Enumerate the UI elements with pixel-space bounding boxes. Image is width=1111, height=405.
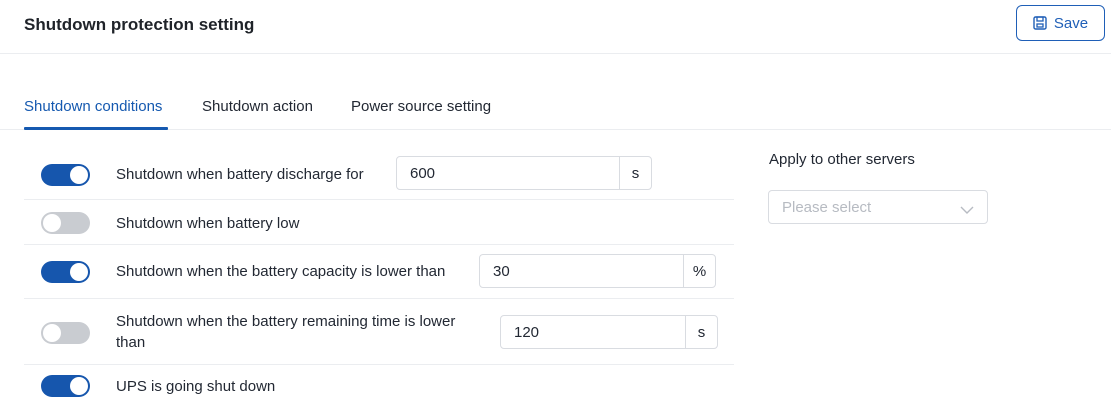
page-title: Shutdown protection setting xyxy=(24,15,255,34)
capacity-toggle[interactable] xyxy=(41,261,90,283)
remaining-time-seconds-input[interactable] xyxy=(501,316,685,348)
save-button-label: Save xyxy=(1053,14,1089,32)
save-button[interactable]: Save xyxy=(1016,5,1105,41)
remaining-time-label-line2: than xyxy=(116,334,146,351)
toggle-knob xyxy=(70,263,88,281)
save-icon xyxy=(1033,16,1047,30)
active-tab-indicator xyxy=(24,127,168,130)
tab-bar: Shutdown conditions Shutdown action Powe… xyxy=(0,86,1111,130)
ups-shutdown-label: UPS is going shut down xyxy=(116,378,276,395)
page-header: Shutdown protection setting Save xyxy=(0,0,1111,54)
battery-low-toggle[interactable] xyxy=(41,212,90,234)
discharge-label: Shutdown when battery discharge for xyxy=(116,166,364,183)
discharge-input-group: s xyxy=(396,156,652,190)
battery-low-label: Shutdown when battery low xyxy=(116,215,300,232)
condition-row-capacity: Shutdown when the battery capacity is lo… xyxy=(24,245,734,299)
capacity-input-group: % xyxy=(479,254,716,288)
condition-row-ups-shutdown: UPS is going shut down xyxy=(24,365,734,405)
remaining-time-label: Shutdown when the battery remaining time… xyxy=(116,311,455,353)
apply-servers-placeholder: Please select xyxy=(782,199,872,216)
discharge-unit: s xyxy=(619,157,651,189)
condition-row-battery-low: Shutdown when battery low xyxy=(24,200,734,245)
capacity-percent-input[interactable] xyxy=(480,255,683,287)
toggle-knob xyxy=(70,377,88,395)
condition-row-remaining-time: Shutdown when the battery remaining time… xyxy=(24,299,734,365)
tab-shutdown-conditions[interactable]: Shutdown conditions xyxy=(24,97,162,117)
ups-shutdown-toggle[interactable] xyxy=(41,375,90,397)
remaining-time-label-line1: Shutdown when the battery remaining time… xyxy=(116,313,456,330)
capacity-label: Shutdown when the battery capacity is lo… xyxy=(116,263,446,280)
apply-servers-label: Apply to other servers xyxy=(769,151,915,168)
tab-shutdown-action[interactable]: Shutdown action xyxy=(202,97,313,117)
remaining-time-input-group: s xyxy=(500,315,718,349)
condition-row-discharge: Shutdown when battery discharge for s xyxy=(24,150,734,200)
toggle-knob xyxy=(43,324,61,342)
capacity-unit: % xyxy=(683,255,715,287)
toggle-knob xyxy=(70,166,88,184)
apply-servers-select[interactable]: Please select xyxy=(768,190,988,224)
remaining-time-unit: s xyxy=(685,316,717,348)
discharge-toggle[interactable] xyxy=(41,164,90,186)
chevron-down-icon xyxy=(960,202,974,220)
tab-power-source-setting[interactable]: Power source setting xyxy=(351,97,491,117)
toggle-knob xyxy=(43,214,61,232)
remaining-time-toggle[interactable] xyxy=(41,322,90,344)
discharge-seconds-input[interactable] xyxy=(397,157,619,189)
